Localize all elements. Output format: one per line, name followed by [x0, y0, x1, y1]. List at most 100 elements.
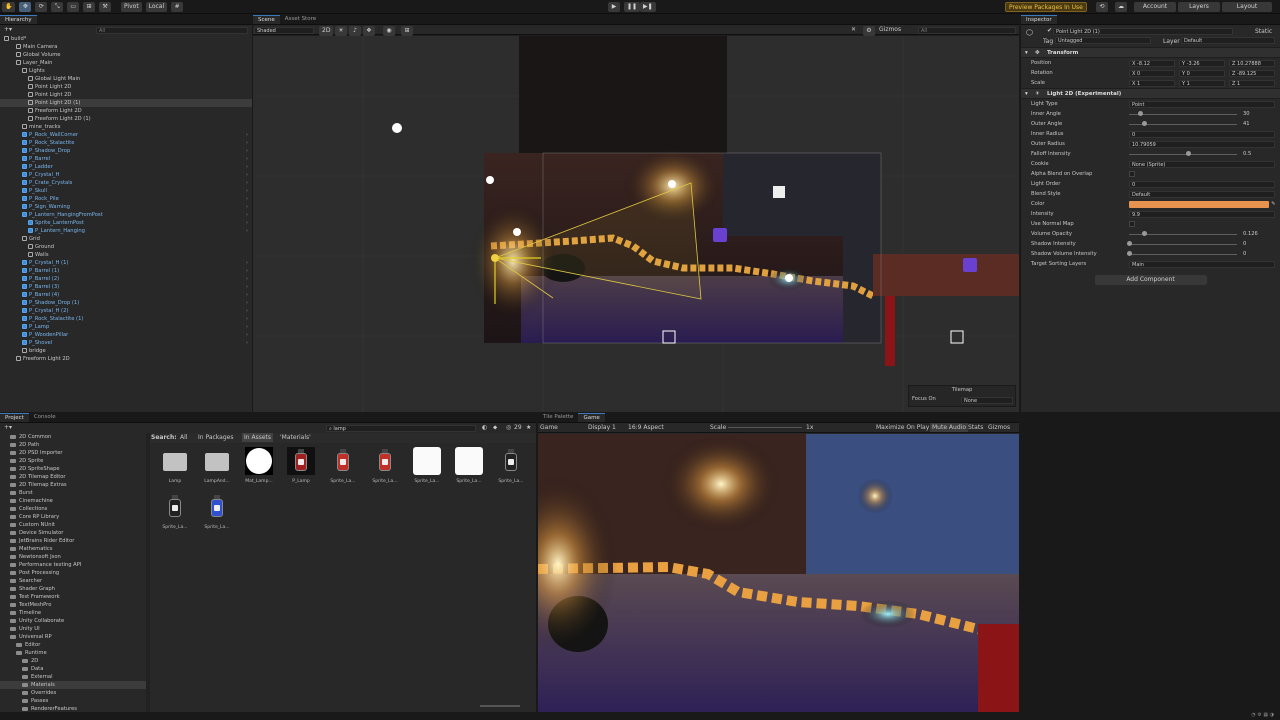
position-x-field[interactable]: X -8.12 — [1129, 59, 1175, 67]
hierarchy-item[interactable]: P_Lantern_Hanging › — [0, 227, 252, 235]
shading-dropdown[interactable]: Shaded — [254, 26, 314, 34]
normal-map-checkbox[interactable] — [1129, 221, 1135, 227]
pivot-button[interactable]: Pivot — [120, 2, 142, 12]
prefab-open-icon[interactable]: › — [246, 227, 248, 235]
asset-item[interactable]: Mat_Lamp... — [242, 447, 276, 493]
hierarchy-item[interactable]: P_Rock_WallCorner › — [0, 131, 252, 139]
hierarchy-item[interactable]: Global Light Main — [0, 75, 252, 83]
shadow-intensity-slider[interactable] — [1127, 241, 1132, 246]
hierarchy-item[interactable]: Point Light 2D (1) — [0, 99, 252, 107]
asset-item[interactable]: LampAnd... — [200, 447, 234, 493]
hierarchy-item[interactable]: P_Ladder › — [0, 163, 252, 171]
scope-in-packages[interactable]: In Packages — [198, 434, 233, 441]
hierarchy-item[interactable]: P_Barrel (2) › — [0, 275, 252, 283]
hierarchy-item[interactable]: P_Shadow_Drop › — [0, 147, 252, 155]
folder-item[interactable]: Shader Graph — [0, 585, 146, 593]
folder-item[interactable]: 2D Path — [0, 441, 146, 449]
prefab-open-icon[interactable]: › — [246, 307, 248, 315]
hierarchy-item[interactable]: Global Volume — [0, 51, 252, 59]
shadow-volume-slider[interactable] — [1127, 251, 1132, 256]
grid-toggle-icon[interactable]: ⊞ — [401, 26, 413, 36]
asset-item[interactable]: Lamp — [158, 447, 192, 493]
tab-scene[interactable]: Scene — [253, 15, 280, 24]
folder-item[interactable]: Searcher — [0, 577, 146, 585]
folder-item[interactable]: Performance testing API — [0, 561, 146, 569]
aspect-dropdown[interactable]: 16:9 Aspect — [628, 424, 664, 431]
prefab-open-icon[interactable]: › — [246, 195, 248, 203]
prefab-open-icon[interactable]: › — [246, 211, 248, 219]
filter-type-icon[interactable]: ◐ — [482, 424, 487, 431]
folder-item[interactable]: Mathematics — [0, 545, 146, 553]
prefab-open-icon[interactable]: › — [246, 267, 248, 275]
position-y-field[interactable]: Y -3.26 — [1179, 59, 1225, 67]
folder-item[interactable]: Runtime — [0, 649, 146, 657]
folder-item[interactable]: 2D PSD Importer — [0, 449, 146, 457]
folder-item[interactable]: Passes — [0, 697, 146, 705]
folder-item[interactable]: Test Framework — [0, 593, 146, 601]
folder-item[interactable]: Custom NUnit — [0, 521, 146, 529]
blend-style-dropdown[interactable]: Default — [1129, 190, 1275, 198]
prefab-open-icon[interactable]: › — [246, 187, 248, 195]
light-icon[interactable] — [392, 123, 402, 133]
scene-camera-icon[interactable]: ✕ — [851, 26, 856, 33]
folder-item[interactable]: Core RP Library — [0, 513, 146, 521]
hierarchy-item[interactable]: P_Rock_Pile › — [0, 195, 252, 203]
stats-toggle[interactable]: Stats — [968, 424, 983, 431]
volume-opacity-slider[interactable] — [1142, 231, 1147, 236]
scope-all[interactable]: All — [180, 434, 187, 441]
prefab-open-icon[interactable]: › — [246, 139, 248, 147]
color-swatch[interactable] — [1129, 200, 1269, 208]
hierarchy-item[interactable]: Freeform Light 2D (1) — [0, 115, 252, 123]
rotate-tool-icon[interactable]: ⟳ — [35, 2, 48, 12]
hidden-objects-icon[interactable]: ◉ — [383, 26, 395, 36]
hand-tool-icon[interactable]: ✋ — [2, 2, 16, 12]
prefab-open-icon[interactable]: › — [246, 163, 248, 171]
step-button[interactable]: ▶❚ — [640, 2, 656, 12]
hierarchy-item[interactable]: P_Crate_Crystals › — [0, 179, 252, 187]
create-plus-icon[interactable]: +▾ — [4, 26, 12, 33]
hierarchy-item[interactable]: Freeform Light 2D — [0, 355, 252, 363]
folder-item[interactable]: Newtonsoft Json — [0, 553, 146, 561]
hierarchy-item[interactable]: P_Barrel (3) › — [0, 283, 252, 291]
tag-dropdown[interactable]: Untagged — [1055, 36, 1151, 44]
object-name-input[interactable]: Point Light 2D (1) — [1053, 27, 1233, 35]
light-icon[interactable] — [513, 228, 521, 236]
falloff-slider[interactable] — [1186, 151, 1191, 156]
hierarchy-item[interactable]: Point Light 2D — [0, 91, 252, 99]
icon-size-slider[interactable] — [480, 705, 520, 707]
rect-tool-icon[interactable]: ▭ — [67, 2, 80, 12]
custom-tool-icon[interactable]: ⚒ — [99, 2, 112, 12]
hierarchy-item[interactable]: Freeform Light 2D — [0, 107, 252, 115]
status-icons[interactable]: ◔ ⚙ ▦ ◑ — [1251, 712, 1274, 718]
asset-item[interactable]: Sprite_La... — [452, 447, 486, 493]
hierarchy-item[interactable]: P_Crystal_H › — [0, 171, 252, 179]
folder-item[interactable]: Unity UI — [0, 625, 146, 633]
tools-icon[interactable]: ⚙ — [863, 26, 875, 36]
scale-tool-icon[interactable]: ⤡ — [51, 2, 64, 12]
light-icon[interactable] — [486, 176, 494, 184]
asset-item[interactable]: Sprite_La... — [158, 493, 192, 539]
folder-item[interactable]: 2D Sprite — [0, 457, 146, 465]
light-order-field[interactable]: 0 — [1129, 180, 1275, 188]
prefab-open-icon[interactable]: › — [246, 131, 248, 139]
folder-item[interactable]: Unity Collaborate — [0, 617, 146, 625]
tab-asset-store[interactable]: Asset Store — [280, 15, 321, 24]
hierarchy-item[interactable]: P_Sign_Warning › — [0, 203, 252, 211]
hierarchy-item[interactable]: P_Shovel › — [0, 339, 252, 347]
hierarchy-item[interactable]: P_Barrel › — [0, 155, 252, 163]
hierarchy-item[interactable]: P_Shadow_Drop (1) › — [0, 299, 252, 307]
hierarchy-item[interactable]: Point Light 2D — [0, 83, 252, 91]
outer-radius-field[interactable]: 10.79059 — [1129, 140, 1275, 148]
folder-item[interactable]: Overrides — [0, 689, 146, 697]
folder-item[interactable]: 2D Common — [0, 433, 146, 441]
hidden-count-icon[interactable]: ◎ — [506, 424, 511, 431]
focus-on-dropdown[interactable]: None — [961, 396, 1013, 404]
scope-materials[interactable]: 'Materials' — [280, 434, 311, 441]
eyedropper-icon[interactable]: ✎ — [1271, 199, 1275, 209]
prefab-open-icon[interactable]: › — [246, 339, 248, 347]
prefab-open-icon[interactable]: › — [246, 331, 248, 339]
crystal-icon[interactable] — [713, 228, 727, 242]
folder-item[interactable]: Data — [0, 665, 146, 673]
tab-tile-palette[interactable]: Tile Palette — [538, 413, 578, 422]
local-button[interactable]: Local — [145, 2, 168, 12]
